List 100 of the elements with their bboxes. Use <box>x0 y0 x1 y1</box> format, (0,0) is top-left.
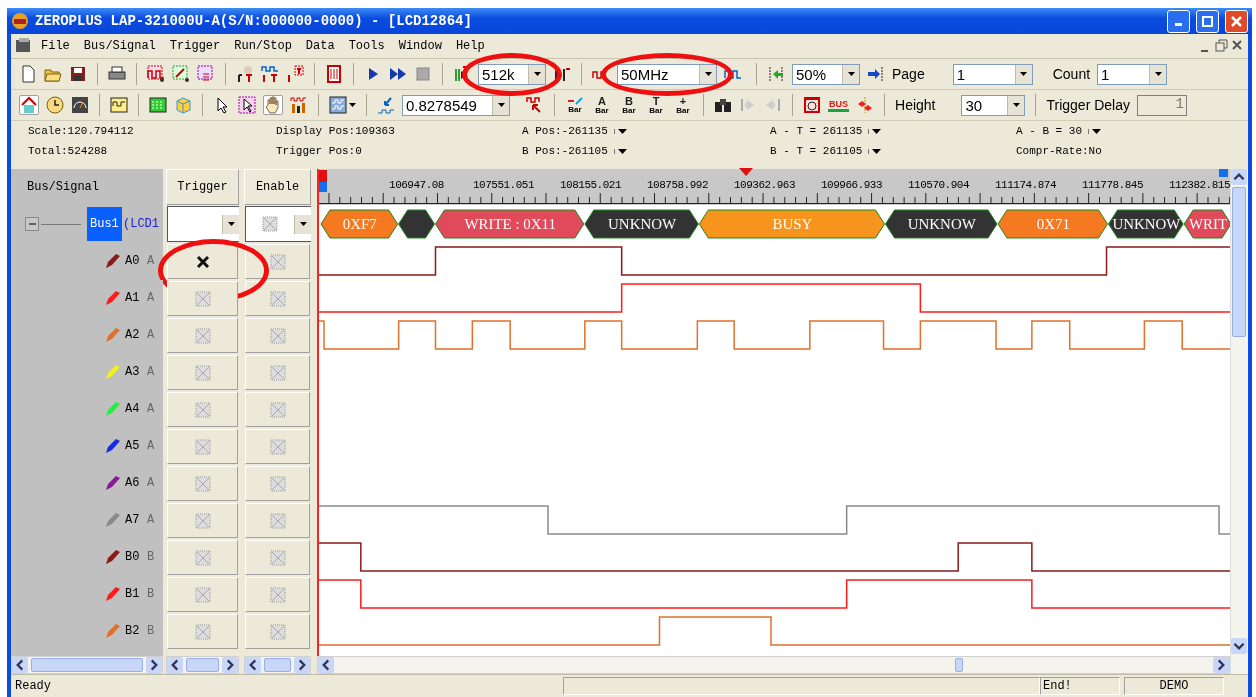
column-header[interactable]: Trigger <box>166 169 239 205</box>
unset-box-icon[interactable] <box>194 475 211 492</box>
cursor-flag-icon[interactable] <box>319 170 328 194</box>
signal-name[interactable]: B2 <box>125 624 140 638</box>
unchecked-box-icon[interactable] <box>269 364 286 381</box>
scroll-thumb[interactable] <box>31 658 143 672</box>
unchecked-box-icon[interactable] <box>269 586 286 603</box>
dropdown-arrow-icon[interactable] <box>617 148 627 154</box>
height-dropdown[interactable]: 30 <box>961 94 1026 116</box>
enable-button[interactable] <box>245 392 310 427</box>
enable-button[interactable] <box>245 577 310 612</box>
bar-cursor-button[interactable]: + Bar <box>673 95 693 115</box>
sample-depth-dropdown[interactable]: 512k <box>478 63 546 85</box>
trigger-wave-icon[interactable] <box>261 65 279 83</box>
skip-end-icon[interactable] <box>553 65 571 83</box>
app-logo-icon[interactable] <box>11 12 29 30</box>
next-icon[interactable] <box>764 96 782 114</box>
dropdown-arrow-icon[interactable] <box>1092 128 1101 134</box>
horizontal-scrollbar[interactable] <box>166 656 239 674</box>
horizontal-scrollbar[interactable] <box>244 656 311 674</box>
dropdown-arrow-icon[interactable] <box>617 128 627 134</box>
enable-dropdown[interactable] <box>245 206 311 242</box>
add-signal-icon[interactable] <box>147 65 165 83</box>
minimize-button[interactable] <box>1167 9 1190 33</box>
signal-name[interactable]: A7 <box>125 513 140 527</box>
mdi-restore-icon[interactable] <box>1214 38 1228 54</box>
unset-box-icon[interactable] <box>194 512 211 529</box>
run-repeat-icon[interactable] <box>389 65 407 83</box>
enable-button[interactable] <box>245 244 310 279</box>
menu-item[interactable]: Help <box>449 37 491 55</box>
unchecked-box-icon[interactable] <box>269 438 286 455</box>
bar-cursor-button[interactable]: A Bar <box>592 95 612 115</box>
scroll-thumb[interactable] <box>186 658 219 672</box>
scroll-thumb[interactable] <box>264 658 291 672</box>
unchecked-box-icon[interactable] <box>262 216 278 232</box>
bus-tool-button[interactable]: BUS <box>828 98 849 112</box>
maximize-button[interactable] <box>1196 9 1219 33</box>
signal-name[interactable]: A3 <box>125 365 140 379</box>
menu-item[interactable]: Data <box>299 37 341 55</box>
horizontal-scrollbar[interactable] <box>317 656 1230 674</box>
trigger-condition-button[interactable] <box>167 244 238 279</box>
unset-box-icon[interactable] <box>194 401 211 418</box>
unset-box-icon[interactable] <box>194 364 211 381</box>
signal-name[interactable]: A6 <box>125 476 140 490</box>
home-icon[interactable] <box>20 96 38 114</box>
gauge-icon[interactable] <box>71 96 89 114</box>
menu-item[interactable]: Window <box>392 37 448 55</box>
signal-name[interactable]: A1 <box>125 291 140 305</box>
threshold-field[interactable]: 0.8278549 <box>402 94 510 116</box>
unset-box-icon[interactable] <box>194 327 211 344</box>
menu-item[interactable]: Bus/Signal <box>77 37 162 55</box>
close-button[interactable] <box>1225 9 1248 33</box>
bar-cursor-button[interactable]: B Bar <box>619 95 639 115</box>
delete-signal-icon[interactable] <box>197 65 215 83</box>
unchecked-box-icon[interactable] <box>269 401 286 418</box>
unset-box-icon[interactable] <box>194 586 211 603</box>
digital-window-icon[interactable] <box>149 96 167 114</box>
column-header[interactable]: Enable <box>244 169 311 205</box>
dropdown-arrow-icon[interactable] <box>349 103 356 107</box>
unset-box-icon[interactable] <box>194 290 211 307</box>
edit-signal-icon[interactable] <box>172 65 190 83</box>
enable-button[interactable] <box>245 466 310 501</box>
horizontal-scrollbar[interactable] <box>11 656 163 674</box>
signal-name[interactable]: A2 <box>125 328 140 342</box>
new-file-icon[interactable] <box>19 65 37 83</box>
vertical-scrollbar[interactable] <box>1230 169 1248 674</box>
count-dropdown[interactable]: 1 <box>1097 63 1168 85</box>
dont-care-icon[interactable] <box>194 253 211 270</box>
sample-rate-dropdown[interactable]: 50MHz <box>617 63 717 85</box>
page-arrow-icon[interactable] <box>867 65 885 83</box>
signal-name[interactable]: A0 <box>125 254 140 268</box>
unchecked-box-icon[interactable] <box>269 253 286 270</box>
unchecked-box-icon[interactable] <box>269 475 286 492</box>
enable-button[interactable] <box>245 281 310 316</box>
menu-item[interactable]: Trigger <box>163 37 227 55</box>
collapse-icon[interactable] <box>25 217 39 231</box>
trigger-probe-icon[interactable] <box>236 65 254 83</box>
save-icon[interactable] <box>69 65 87 83</box>
printer-icon[interactable] <box>108 65 126 83</box>
unchecked-box-icon[interactable] <box>269 623 286 640</box>
unchecked-box-icon[interactable] <box>269 327 286 344</box>
enable-button[interactable] <box>245 540 310 575</box>
enable-button[interactable] <box>245 318 310 353</box>
unchecked-box-icon[interactable] <box>269 290 286 307</box>
page-dropdown[interactable]: 1 <box>952 63 1033 85</box>
signal-swap-icon[interactable] <box>856 96 874 114</box>
signal-name[interactable]: A5 <box>125 439 140 453</box>
cube-icon[interactable] <box>174 96 192 114</box>
menu-item[interactable]: Tools <box>342 37 391 55</box>
bar-chart-icon[interactable] <box>290 96 308 114</box>
waveform-display-icon[interactable] <box>329 96 347 114</box>
enable-button[interactable] <box>245 429 310 464</box>
unset-box-icon[interactable] <box>194 438 211 455</box>
hand-tool-button[interactable] <box>263 95 283 115</box>
signal-name[interactable]: A4 <box>125 402 140 416</box>
bus-name[interactable]: Bus1 <box>87 207 122 241</box>
scroll-thumb[interactable] <box>1232 187 1246 337</box>
binoculars-icon[interactable] <box>714 96 732 114</box>
trigger-delay-field[interactable]: 1 <box>1137 94 1187 116</box>
unchecked-box-icon[interactable] <box>269 512 286 529</box>
